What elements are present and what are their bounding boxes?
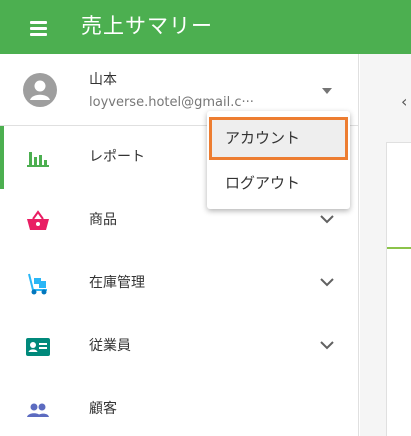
nav-item-customers[interactable]: 顧客 — [0, 378, 358, 436]
chart-line — [387, 247, 411, 249]
bar-chart-icon — [27, 152, 49, 167]
nav-label-items: 商品 — [89, 212, 117, 228]
chevron-down-icon[interactable] — [319, 213, 335, 225]
caret-down-icon[interactable] — [322, 88, 332, 94]
app-bar: 売上サマリー — [0, 0, 411, 54]
nav-item-inventory[interactable]: 在庫管理 — [0, 252, 358, 315]
nav-item-employees[interactable]: 従業員 — [0, 315, 358, 378]
nav-label-inventory: 在庫管理 — [89, 275, 145, 291]
chevron-left-icon[interactable]: ‹ — [401, 94, 407, 110]
content-panel: ‹ — [360, 54, 411, 436]
people-icon — [27, 403, 49, 417]
nav-label-reports: レポート — [89, 149, 145, 165]
basket-icon — [27, 210, 49, 230]
chevron-down-icon[interactable] — [319, 276, 335, 288]
nav-label-employees: 従業員 — [89, 338, 131, 354]
menu-item-logout-label: ログアウト — [225, 174, 301, 192]
hamburger-menu-icon[interactable] — [22, 16, 58, 40]
avatar-icon — [23, 73, 57, 107]
menu-item-account[interactable]: アカウント — [209, 117, 348, 160]
user-name: 山本 — [89, 72, 117, 88]
user-email: loyverse.hotel@gmail.c··· — [89, 95, 254, 110]
page-title: 売上サマリー — [81, 14, 213, 38]
nav-label-customers: 顧客 — [89, 401, 117, 417]
menu-item-account-label: アカウント — [225, 129, 301, 147]
account-dropdown-menu: アカウント ログアウト — [207, 111, 350, 209]
hand-truck-icon — [28, 273, 47, 295]
id-card-icon — [26, 338, 50, 356]
report-card — [386, 142, 411, 436]
menu-item-logout[interactable]: ログアウト — [210, 163, 347, 204]
chevron-down-icon[interactable] — [319, 339, 335, 351]
